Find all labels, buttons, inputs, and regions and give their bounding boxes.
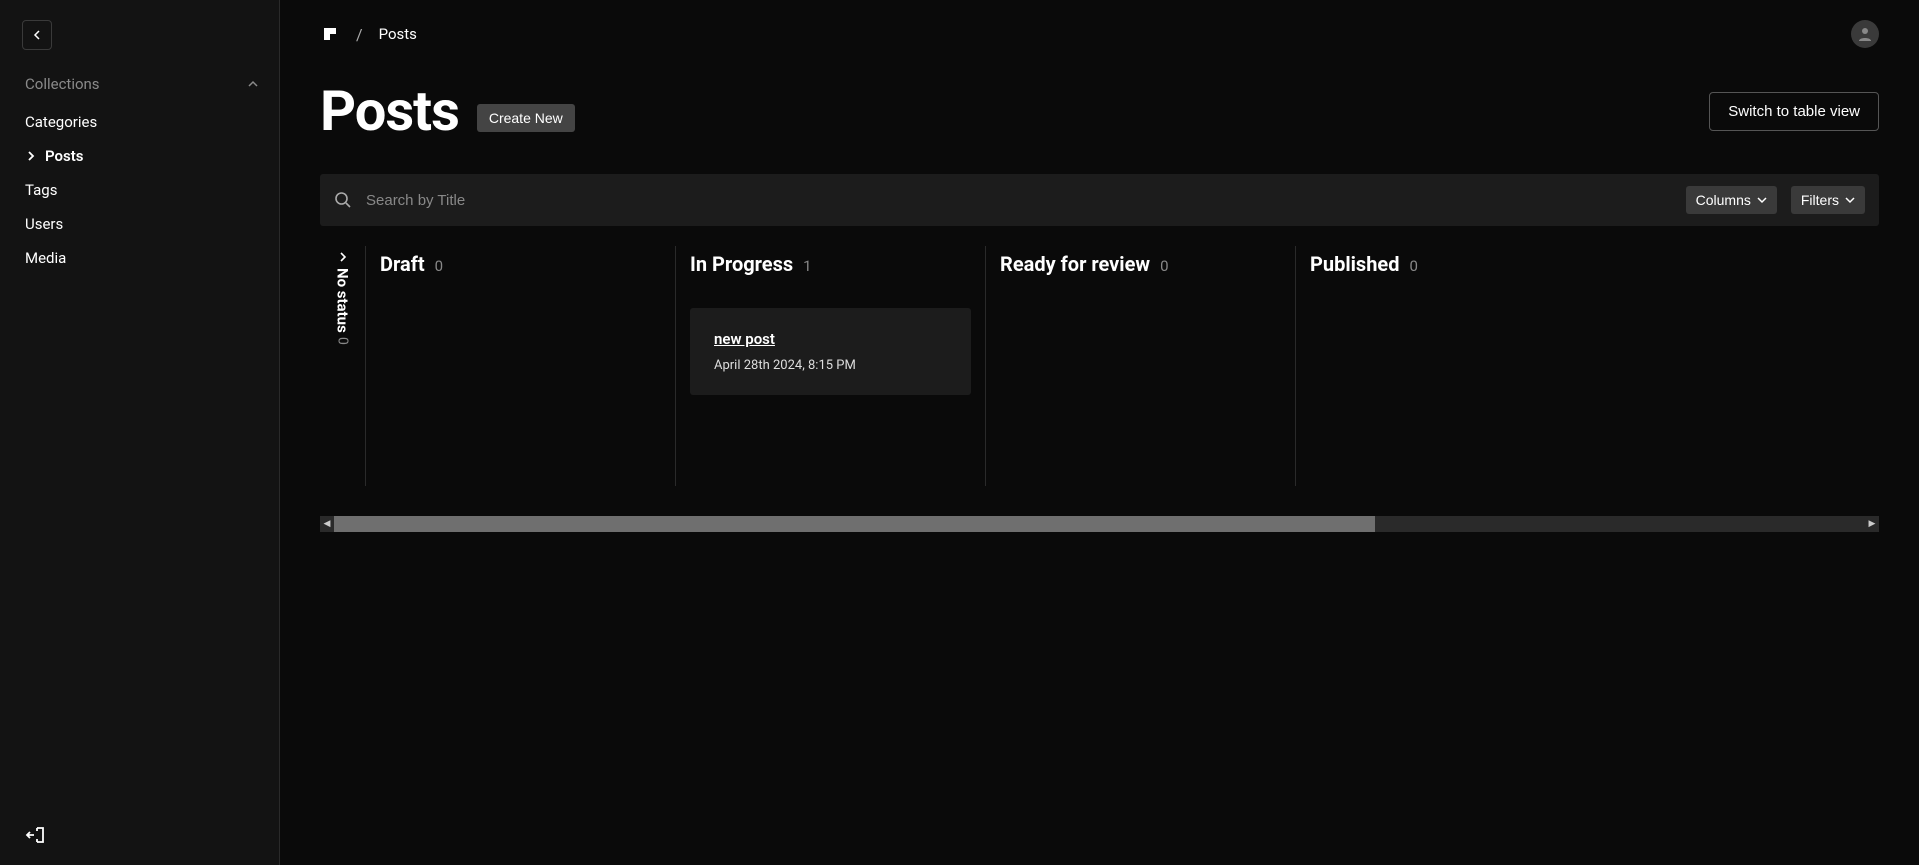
column-ready-for-review: Ready for review 0 <box>985 246 1295 486</box>
create-new-button[interactable]: Create New <box>477 104 575 132</box>
chevron-down-icon <box>1757 197 1767 204</box>
columns-button[interactable]: Columns <box>1686 186 1777 214</box>
column-title: Published <box>1310 252 1399 276</box>
sidebar-section-collections[interactable]: Collections <box>0 75 279 105</box>
sidebar-item-label: Users <box>25 215 63 233</box>
column-count: 0 <box>1409 257 1417 275</box>
sidebar-item-label: Media <box>25 249 66 267</box>
scroll-right-arrow[interactable]: ▶ <box>1865 516 1879 532</box>
sidebar-item-media[interactable]: Media <box>0 241 279 275</box>
scroll-track[interactable] <box>334 516 1865 532</box>
sidebar-item-label: Tags <box>25 181 57 199</box>
sidebar-item-tags[interactable]: Tags <box>0 173 279 207</box>
sidebar-item-posts[interactable]: Posts <box>0 139 279 173</box>
horizontal-scrollbar[interactable]: ◀ ▶ <box>320 516 1879 532</box>
column-in-progress: In Progress 1 new post April 28th 2024, … <box>675 246 985 486</box>
scroll-left-arrow[interactable]: ◀ <box>320 516 334 532</box>
topbar: / Posts <box>280 0 1919 48</box>
main-content: / Posts Posts Create New Switch to table… <box>280 0 1919 865</box>
sidebar-item-users[interactable]: Users <box>0 207 279 241</box>
breadcrumb-current[interactable]: Posts <box>379 25 417 43</box>
column-count: 0 <box>435 257 443 275</box>
column-count: 0 <box>335 337 351 345</box>
sidebar-collapse-button[interactable] <box>22 20 52 50</box>
logout-icon <box>25 825 45 845</box>
sidebar-item-categories[interactable]: Categories <box>0 105 279 139</box>
card-subtitle: April 28th 2024, 8:15 PM <box>714 358 947 373</box>
user-avatar[interactable] <box>1851 20 1879 48</box>
sidebar-item-label: Categories <box>25 113 97 131</box>
search-input[interactable] <box>366 192 1672 209</box>
sidebar: Collections Categories Posts Tags Users … <box>0 0 280 865</box>
sidebar-section-label: Collections <box>25 75 100 93</box>
columns-button-label: Columns <box>1696 192 1751 208</box>
column-published: Published 0 <box>1295 246 1605 486</box>
chevron-right-icon <box>338 252 348 262</box>
brand-icon[interactable] <box>320 24 340 44</box>
chevron-up-icon <box>247 80 259 88</box>
column-title: In Progress <box>690 252 793 276</box>
logout-button[interactable] <box>25 825 45 845</box>
column-title: No status <box>334 268 352 333</box>
column-draft: Draft 0 <box>365 246 675 486</box>
chevron-right-icon <box>25 151 37 161</box>
column-no-status[interactable]: No status 0 <box>320 246 365 486</box>
scroll-thumb[interactable] <box>334 516 1375 532</box>
chevron-down-icon <box>1845 197 1855 204</box>
column-count: 0 <box>1160 257 1168 275</box>
board-card[interactable]: new post April 28th 2024, 8:15 PM <box>690 308 971 395</box>
breadcrumb-separator: / <box>356 25 363 44</box>
chevron-left-icon <box>33 30 41 40</box>
card-title: new post <box>714 330 947 348</box>
filters-button[interactable]: Filters <box>1791 186 1865 214</box>
kanban-board: No status 0 Draft 0 In Progress 1 new po… <box>320 246 1879 486</box>
page-title: Posts <box>320 78 459 144</box>
sidebar-item-label: Posts <box>45 147 83 165</box>
user-icon <box>1857 26 1873 42</box>
filters-button-label: Filters <box>1801 192 1839 208</box>
search-icon <box>334 191 352 209</box>
column-title: Ready for review <box>1000 252 1150 276</box>
search-bar: Columns Filters <box>320 174 1879 226</box>
column-title: Draft <box>380 252 425 276</box>
switch-view-button[interactable]: Switch to table view <box>1709 92 1879 131</box>
column-count: 1 <box>803 257 811 275</box>
page-header: Posts Create New Switch to table view <box>280 48 1919 144</box>
